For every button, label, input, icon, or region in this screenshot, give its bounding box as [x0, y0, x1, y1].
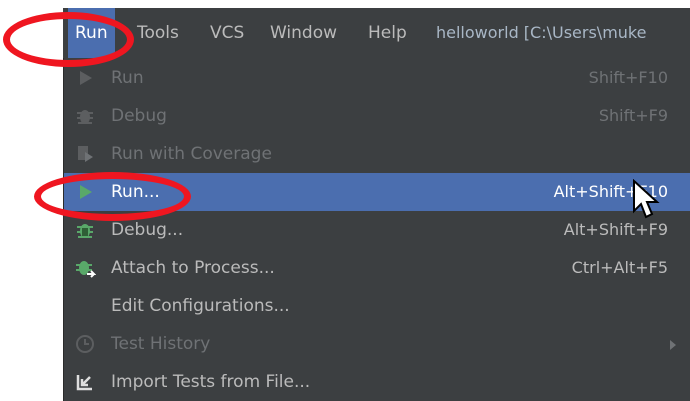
run-menu-item-debug[interactable]: Debug Shift+F9	[64, 97, 690, 135]
run-menu-item-label: Edit Configurations...	[111, 296, 290, 316]
run-menu-dropdown: Run Shift+F10 Debug Shift+F9 Run with Co…	[63, 58, 690, 401]
run-menu-item-test-history[interactable]: Test History	[64, 325, 690, 363]
attach-process-icon	[76, 261, 96, 278]
screenshot-canvas: Run Tools VCS Window Help helloworld [C:…	[0, 0, 690, 401]
run-menu-item-run-ellipsis[interactable]: Run... Alt+Shift+F10	[64, 173, 690, 211]
menu-tools[interactable]: Tools	[130, 8, 186, 58]
run-menu-item-debug-ellipsis[interactable]: Debug... Alt+Shift+F9	[64, 211, 690, 249]
run-menu-item-shortcut: Shift+F9	[598, 106, 668, 125]
run-menu-item-import-tests[interactable]: Import Tests from File...	[64, 363, 690, 401]
run-menu-item-label: Attach to Process...	[111, 258, 275, 278]
bug-icon	[77, 110, 93, 124]
menu-vcs-label: VCS	[210, 23, 245, 43]
run-menu-item-label: Debug	[111, 106, 167, 126]
play-icon	[80, 71, 92, 85]
run-menu-item-shortcut: Shift+F10	[588, 68, 668, 87]
coverage-icon	[78, 146, 93, 162]
clock-icon	[76, 335, 94, 353]
run-menu-item-label: Run	[111, 68, 144, 88]
bug-icon	[77, 224, 93, 238]
run-menu-item-label: Debug...	[111, 220, 184, 240]
mouse-pointer-icon	[633, 179, 660, 219]
run-menu-item-label: Run with Coverage	[111, 144, 272, 164]
run-menu-item-edit-configurations[interactable]: Edit Configurations...	[64, 287, 690, 325]
submenu-arrow-icon	[670, 340, 676, 350]
run-menu-item-run-with-coverage[interactable]: Run with Coverage	[64, 135, 690, 173]
menu-run[interactable]: Run	[68, 8, 115, 58]
main-menu-bar: Run Tools VCS Window Help helloworld [C:…	[63, 8, 690, 58]
menu-help[interactable]: Help	[361, 8, 414, 58]
run-menu-item-shortcut: Ctrl+Alt+F5	[571, 258, 668, 277]
menu-tools-label: Tools	[137, 23, 179, 43]
menu-help-label: Help	[368, 23, 407, 43]
run-menu-item-attach-to-process[interactable]: Attach to Process... Ctrl+Alt+F5	[64, 249, 690, 287]
menu-vcs[interactable]: VCS	[203, 8, 251, 58]
menu-window[interactable]: Window	[263, 8, 344, 58]
run-menu-item-run[interactable]: Run Shift+F10	[64, 59, 690, 97]
run-menu-item-label: Import Tests from File...	[111, 372, 311, 392]
project-title: helloworld [C:\Users\muke	[436, 23, 647, 42]
menu-window-label: Window	[270, 23, 338, 43]
menu-run-label: Run	[75, 23, 108, 43]
play-icon	[80, 185, 92, 199]
run-menu-item-label: Run...	[111, 182, 160, 202]
import-tests-icon	[76, 375, 92, 391]
run-menu-item-label: Test History	[111, 334, 211, 354]
